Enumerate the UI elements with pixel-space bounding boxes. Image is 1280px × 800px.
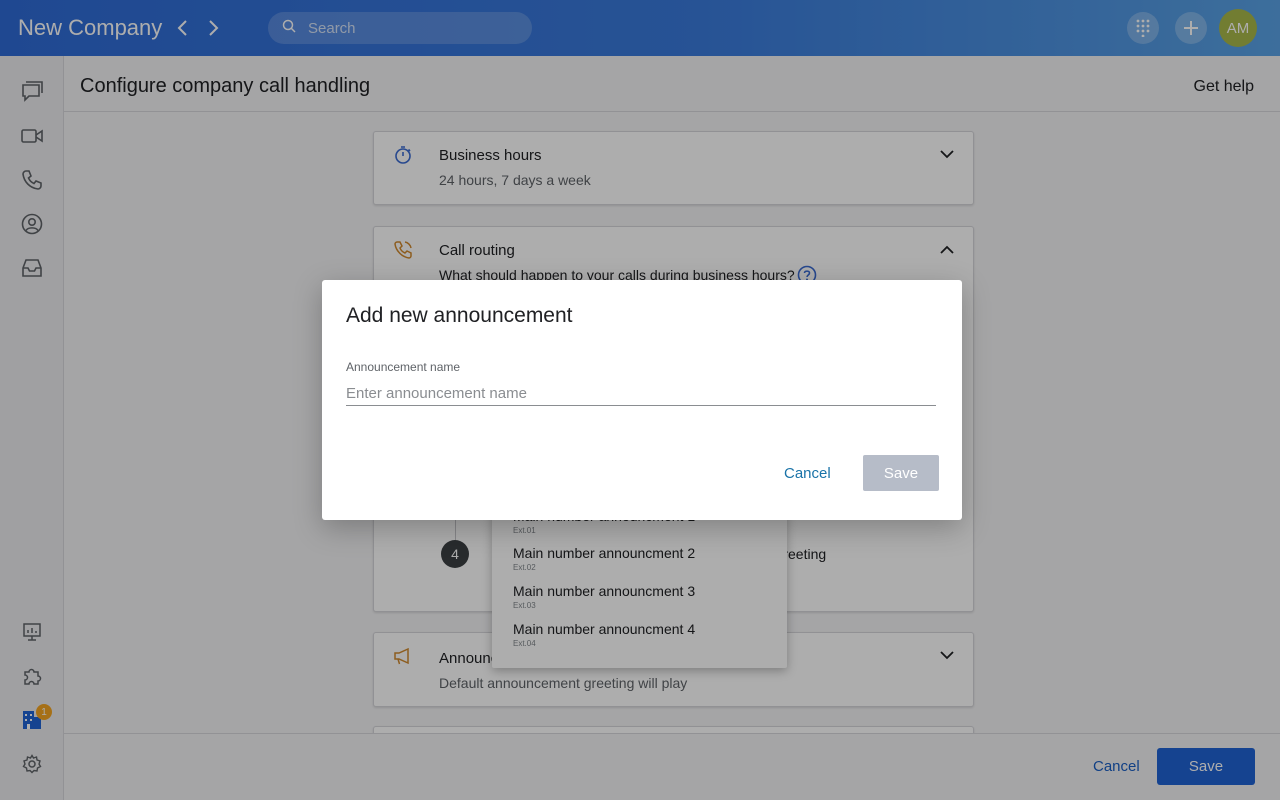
announcement-name-label: Announcement name [346,360,461,374]
announcement-name-input[interactable] [346,382,936,406]
dialog-cancel-button[interactable]: Cancel [784,465,831,482]
dialog-title: Add new announcement [346,304,573,327]
dialog-save-button[interactable]: Save [863,455,939,491]
add-announcement-dialog: Add new announcement Announcement name C… [322,280,962,520]
